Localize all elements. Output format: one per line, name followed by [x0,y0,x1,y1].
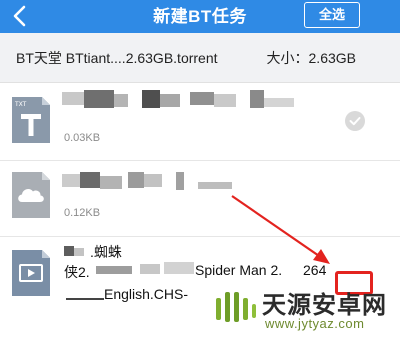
cloud-file-icon [12,172,50,218]
list-item[interactable]: 0.12KB [0,162,400,237]
check-icon[interactable] [345,111,365,131]
select-all-button[interactable]: 全选 [304,2,360,28]
file-name-part: .蜘蛛 [90,244,122,260]
file-name-part: 264 [303,262,327,278]
file-name-part: English.CHS- [104,286,189,302]
file-size: 0.03KB [64,132,101,144]
file-name-part: Spider Man 2. [195,262,283,278]
watermark-text: 天源安卓网 [262,292,387,319]
watermark-url: www.jytyaz.com [265,316,365,331]
file-size: 0.12KB [64,207,101,219]
txt-file-icon: TXT [12,97,50,143]
list-item[interactable]: TXT 0.03KB [0,84,400,161]
top-bar: 新建BT任务 全选 [0,0,400,33]
txt-icon-label: TXT [14,101,27,108]
file-name-part: 侠2. [64,264,90,280]
torrent-info-bar: BT天堂 BTtiant....2.63GB.torrent 大小：2.63GB [0,33,400,83]
torrent-name: BT天堂 BTtiant....2.63GB.torrent [16,50,218,66]
video-file-icon [12,250,50,296]
torrent-size: 大小：2.63GB [266,50,356,66]
